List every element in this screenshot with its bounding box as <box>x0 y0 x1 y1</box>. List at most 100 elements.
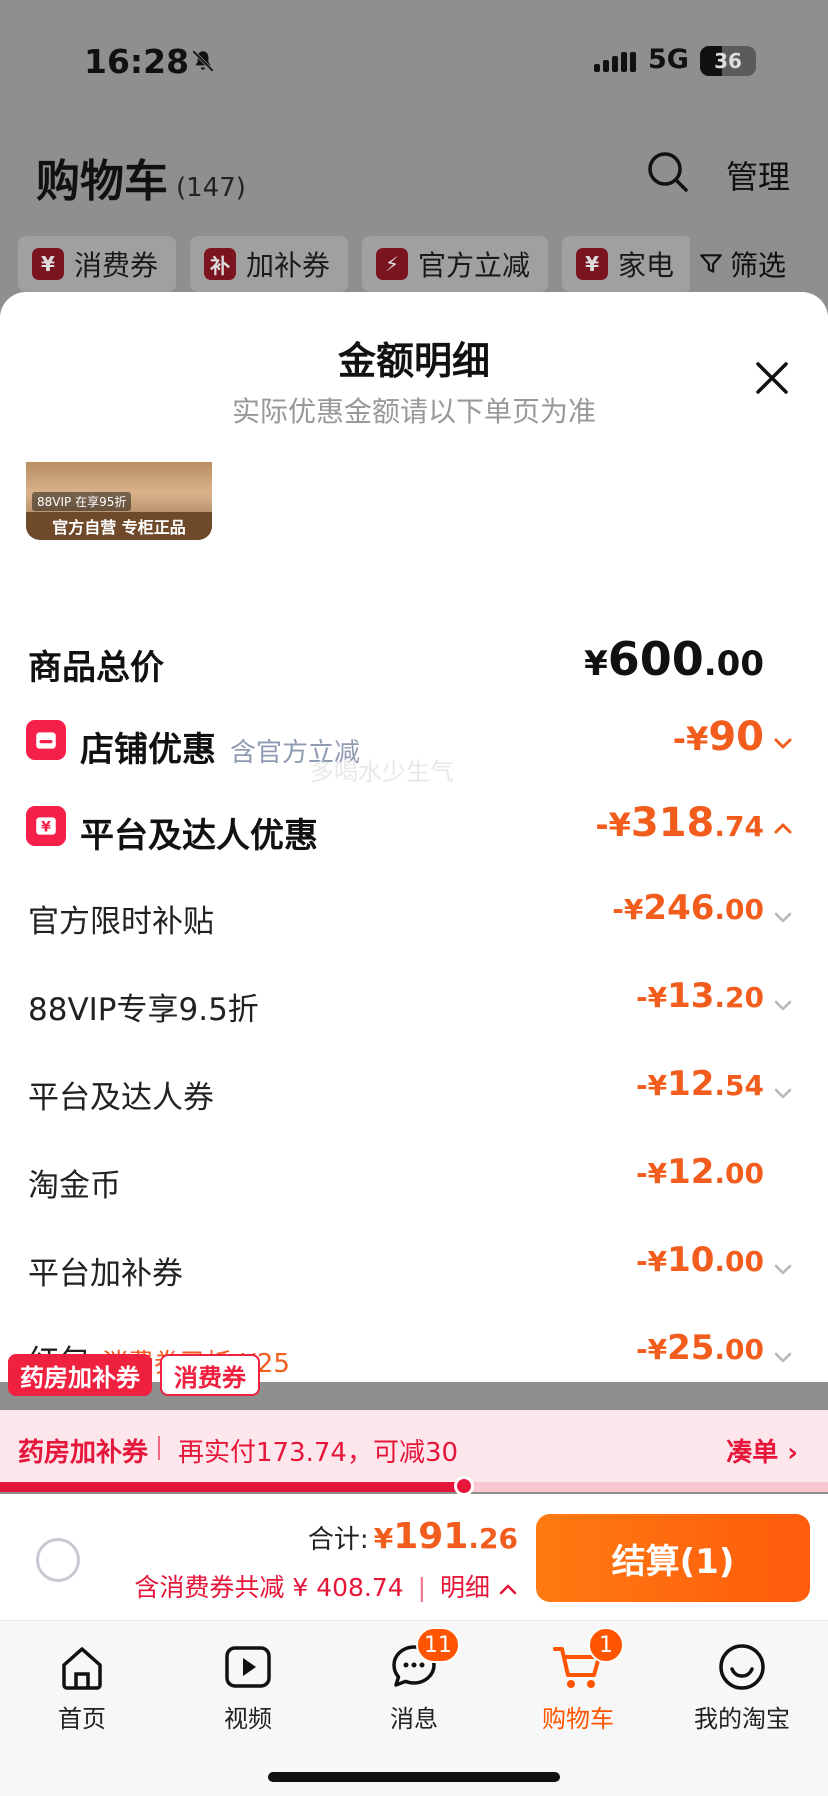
discount-item-label: 平台加补券 <box>28 1256 183 1292</box>
chevron-down-icon[interactable] <box>772 994 794 1016</box>
search-icon[interactable] <box>646 150 690 194</box>
saved-summary[interactable]: 含消费券共减 ¥ 408.74 | 明细 <box>134 1568 518 1604</box>
discount-item-value: -¥12.00 <box>635 1152 764 1192</box>
chevron-down-icon[interactable] <box>772 1082 794 1104</box>
tab-my-taobao[interactable]: 我的淘宝 <box>682 1633 802 1734</box>
promo-progress <box>0 1476 828 1496</box>
checkout-button[interactable]: 结算(1) <box>536 1514 810 1602</box>
filter-icon <box>700 254 722 273</box>
promo-progress-fill <box>0 1482 464 1492</box>
tab-home[interactable]: 首页 <box>22 1633 142 1734</box>
profile-icon <box>716 1641 768 1693</box>
shop-discount-label: 店铺优惠 <box>80 730 216 770</box>
cart-count: (147) <box>176 173 246 203</box>
discount-item-value: -¥10.00 <box>635 1240 764 1280</box>
chevron-up-icon[interactable] <box>772 818 794 840</box>
discount-item-row[interactable]: 88VIP专享9.5折 -¥13.20 <box>0 974 828 1034</box>
total-price-row: 商品总价 ¥600.00 <box>0 630 828 690</box>
message-badge: 11 <box>416 1627 460 1663</box>
watermark: 多喝水少生气 <box>310 758 454 786</box>
discount-item-row[interactable]: 平台及达人券 -¥12.54 <box>0 1062 828 1122</box>
discount-item-row[interactable]: 官方限时补贴 -¥246.00 <box>0 886 828 946</box>
chip-consume-coupon[interactable]: ¥ 消费券 <box>18 236 177 292</box>
page-title: 购物车 <box>36 156 168 207</box>
message-icon: 11 <box>388 1627 460 1693</box>
total-label: 合计: <box>307 1525 369 1555</box>
tab-cart[interactable]: 1 购物车 <box>518 1627 638 1734</box>
platform-discount-row[interactable]: ¥ 平台及达人优惠 -¥318.74 <box>0 798 828 858</box>
consume-coupon-tag: 消费券 <box>160 1354 260 1396</box>
shop-discount-value: -¥90 <box>672 714 764 760</box>
chevron-down-icon[interactable] <box>772 1346 794 1368</box>
filter-chips: ¥ 消费券 补加补券 ⚡ 官方立减 ¥ 家电 <box>18 236 693 292</box>
promo-text: 再实付173.74，可减30 <box>178 1438 459 1468</box>
chevron-down-icon[interactable] <box>772 906 794 928</box>
cart-header: 购物车 (147) <box>36 145 246 209</box>
manage-button[interactable]: 管理 <box>726 152 790 198</box>
total-price-label: 商品总价 <box>28 648 164 688</box>
signal-icon <box>594 52 636 72</box>
chevron-down-icon[interactable] <box>772 1258 794 1280</box>
platform-discount-label: 平台及达人优惠 <box>80 816 318 856</box>
discount-item-value: -¥12.54 <box>635 1064 764 1104</box>
home-indicator <box>268 1772 560 1782</box>
chevron-down-icon[interactable] <box>772 732 794 754</box>
total-decimal: .26 <box>468 1522 518 1555</box>
tab-label: 首页 <box>58 1705 106 1733</box>
home-icon <box>56 1641 108 1693</box>
platform-coupon-icon: ¥ <box>26 806 66 846</box>
total-price-value: ¥600.00 <box>584 632 764 686</box>
chip-subsidy-coupon[interactable]: 补加补券 <box>190 236 349 292</box>
promo-tag: 药房加补券 <box>18 1438 149 1468</box>
sheet-title: 金额明细 <box>337 339 490 383</box>
tab-label: 视频 <box>224 1705 272 1733</box>
discount-item-label: 平台及达人券 <box>28 1080 214 1116</box>
chevron-up-icon <box>499 1584 517 1595</box>
add-items-link[interactable]: 凑单 › <box>726 1432 798 1469</box>
discount-item-label: 淘金币 <box>28 1168 121 1204</box>
close-icon[interactable] <box>752 358 792 398</box>
chip-official-discount[interactable]: ⚡ 官方立减 <box>362 236 549 292</box>
promo-bar: 药房加补券 再实付173.74，可减30 凑单 › <box>0 1410 828 1484</box>
cart-icon: 1 <box>552 1627 624 1693</box>
coupon-tags: 药房加补券 消费券 <box>8 1354 260 1396</box>
tab-messages[interactable]: 11 消息 <box>354 1627 474 1734</box>
chip-appliance[interactable]: ¥ 家电 <box>562 236 693 292</box>
discount-item-label: 官方限时补贴 <box>28 904 214 940</box>
discount-item-label: 88VIP专享9.5折 <box>28 992 259 1028</box>
saved-text: 含消费券共减 ¥ 408.74 <box>134 1573 404 1602</box>
status-time: 16:28 <box>84 42 190 81</box>
background-app: 16:28 5G 36 购物车 (147) 管理 ¥ 消费券 补加补券 ⚡ 官方立减… <box>0 0 828 300</box>
mute-bell-icon <box>192 50 214 72</box>
discount-item-value: -¥25.00 <box>635 1328 764 1368</box>
vip-label: 88VIP 在享95折 <box>32 492 132 511</box>
filter-button[interactable]: 筛选 <box>690 236 787 292</box>
battery-icon: 36 <box>700 46 756 76</box>
status-bar: 16:28 5G 36 <box>0 38 828 88</box>
total-symbol: ¥ <box>373 1522 394 1555</box>
checkout-bar: 合计: ¥191.26 含消费券共减 ¥ 408.74 | 明细 结算(1) <box>0 1494 828 1620</box>
pharmacy-subsidy-tag: 药房加补券 <box>8 1354 152 1396</box>
tab-label: 消息 <box>390 1705 438 1733</box>
lightning-icon: ⚡ <box>376 248 409 280</box>
promo-progress-knob <box>453 1476 474 1496</box>
coupon-icon: ¥ <box>576 248 609 280</box>
detail-toggle[interactable]: 明细 <box>440 1573 490 1602</box>
shop-icon <box>26 720 66 760</box>
discount-item-row[interactable]: 平台加补券 -¥10.00 <box>0 1238 828 1298</box>
tab-video[interactable]: 视频 <box>188 1633 308 1734</box>
total-summary: 合计: ¥191.26 <box>308 1516 518 1557</box>
network-type: 5G <box>648 44 689 75</box>
discount-item-value: -¥246.00 <box>612 888 764 928</box>
discount-item-row: 淘金币 -¥12.00 <box>0 1150 828 1210</box>
tab-label: 我的淘宝 <box>694 1705 790 1733</box>
svg-text:¥: ¥ <box>41 819 51 835</box>
coupon-icon: ¥ <box>32 248 64 280</box>
cart-badge: 1 <box>588 1627 624 1663</box>
amount-detail-sheet: 金额明细 实际优惠金额请以下单页为准 88VIP 在享95折 官方自营 专柜正品… <box>0 292 828 1382</box>
video-icon <box>222 1641 274 1693</box>
platform-discount-value: -¥318.74 <box>595 800 764 846</box>
product-thumbnail[interactable]: 88VIP 在享95折 官方自营 专柜正品 <box>26 462 212 540</box>
select-all-checkbox[interactable] <box>36 1538 80 1582</box>
total-amount: 191 <box>393 1516 469 1557</box>
